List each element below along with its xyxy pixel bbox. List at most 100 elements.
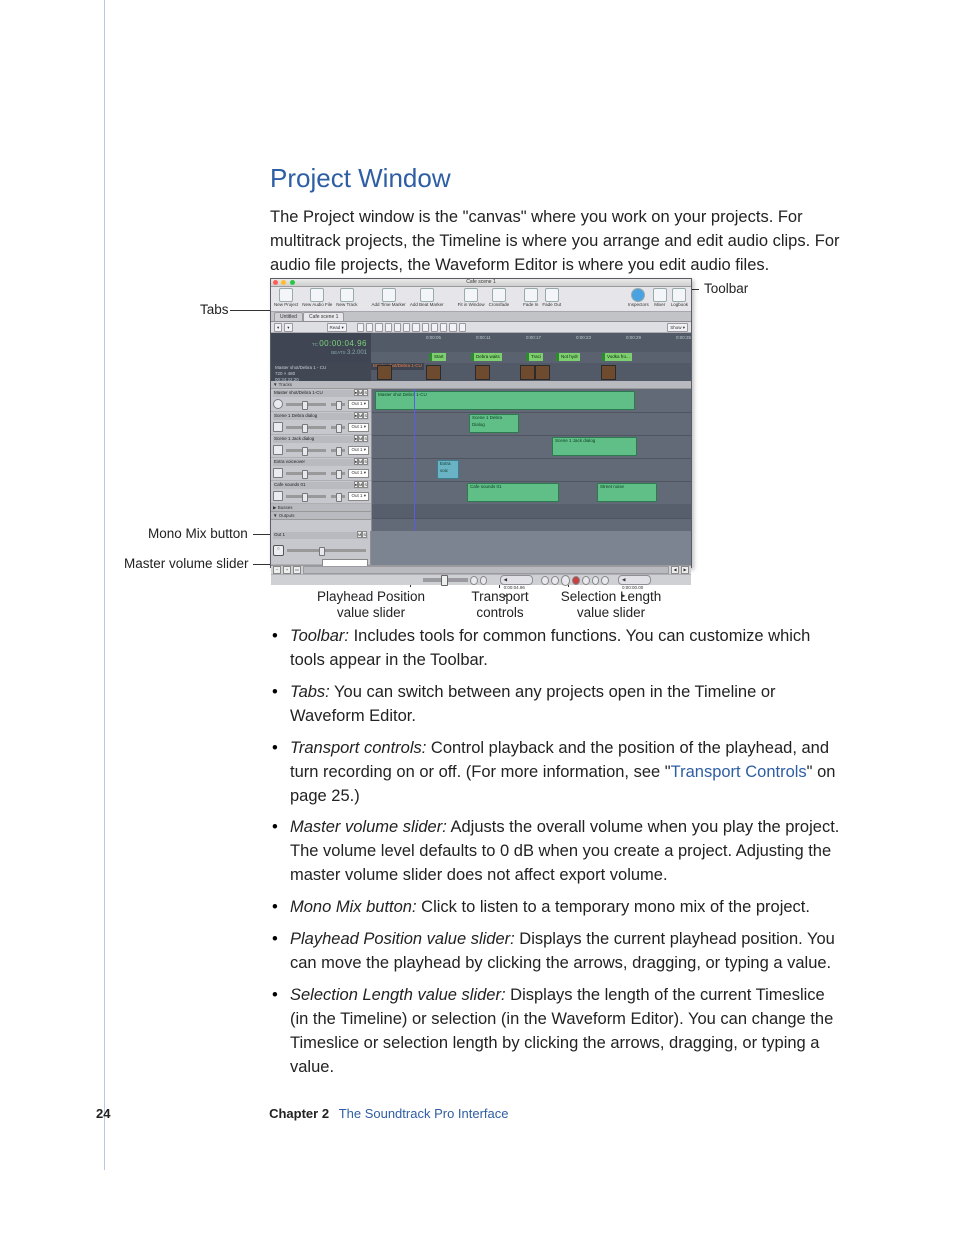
opt-button[interactable]: ▾ [274,323,282,332]
ruler-tick: 0:00:35 [676,335,691,342]
go-end-button[interactable] [592,576,600,585]
round-button[interactable] [470,576,478,585]
vol-slider[interactable] [286,426,326,429]
solo-button[interactable]: S [363,412,368,419]
pan-slider[interactable] [331,472,345,475]
vol-slider[interactable] [286,472,326,475]
opt-button[interactable] [431,323,438,332]
output-select[interactable]: Out 1 ▾ [348,492,369,501]
opt-button[interactable] [403,323,410,332]
track-icon [273,468,283,478]
timeline-lanes[interactable]: Master shot Debra 1-CU Scene 1 Debra Dia… [372,389,691,531]
solo-button[interactable]: S [363,435,368,442]
opt-button[interactable] [357,323,364,332]
vol-slider[interactable] [286,495,326,498]
pan-slider[interactable] [331,403,345,406]
playhead-position-slider[interactable]: ◀ 0:00:04.96 ▶ [500,575,533,585]
marker[interactable]: Traci [526,353,543,361]
scroll-right-button[interactable]: ▶ [681,566,689,574]
round-button[interactable] [480,576,488,585]
zoom-button[interactable]: ▭ [293,566,301,574]
solo-button[interactable]: S [362,531,367,538]
pan-slider[interactable] [331,495,345,498]
hscrollbar[interactable] [303,566,669,574]
tool-fit-in-window[interactable]: Fit in Window [458,288,485,309]
opt-button[interactable] [459,323,466,332]
rewind-button[interactable] [551,576,559,585]
audio-clip[interactable]: Street noise [597,483,657,502]
scroll-left-button[interactable]: ◀ [671,566,679,574]
playhead-line[interactable] [414,389,415,531]
tool-fade-in[interactable]: Fade In [523,288,538,309]
cross-ref-link[interactable]: Transport Controls [671,763,807,781]
callout-transport: Transport controls [465,589,535,621]
opt-button[interactable] [375,323,382,332]
opt-button[interactable] [449,323,456,332]
opt-button[interactable] [385,323,392,332]
go-start-button[interactable] [541,576,549,585]
marker[interactable]: Vodka fro... [602,353,632,361]
tool-add-beat-marker[interactable]: Add Beat Marker [410,288,444,309]
audio-clip[interactable]: Cafe sounds 01 [467,483,559,502]
list-item: Mono Mix button: Click to listen to a te… [290,896,845,920]
cycle-button[interactable] [601,576,609,585]
solo-button[interactable]: S [363,458,368,465]
audio-clip[interactable]: Scene 1 Debra Dialog [469,414,519,433]
fit-icon [464,288,478,302]
video-strip: Master shot/Debra 1 - CU 720 × 480 00:34… [271,363,691,381]
window-titlebar: Cafe scene 1 [271,279,691,287]
tool-mixer[interactable]: Mixer [653,288,667,309]
output-select[interactable]: Out 1 ▾ [348,446,369,455]
track-icon [273,399,283,409]
opt-button[interactable] [422,323,429,332]
tool-fade-out[interactable]: Fade Out [542,288,561,309]
marker[interactable]: Start [429,353,446,361]
marker[interactable]: Debra waits [471,353,502,361]
vol-slider[interactable] [287,549,366,552]
tool-logbook[interactable]: Logbook [671,288,688,309]
master-volume-slider[interactable] [423,578,468,582]
record-button[interactable] [572,576,580,585]
show-menu[interactable]: Show ▾ [667,323,688,332]
selection-length-slider[interactable]: ◀ 0:00:00.00 ▶ [618,575,651,585]
callout-playhead-position: Playhead Position value slider [316,589,426,621]
list-item: Transport controls: Control playback and… [290,737,845,809]
opt-button[interactable] [366,323,373,332]
output-select[interactable]: Out 1 ▾ [348,423,369,432]
solo-button[interactable]: S [363,389,368,396]
tab-untitled[interactable]: Untitled [274,312,303,321]
tool-inspectors[interactable]: Inspectors [628,288,649,309]
pan-slider[interactable] [331,449,345,452]
tab-cafe-scene[interactable]: Cafe scene 1 [303,312,344,321]
pan-slider[interactable] [331,426,345,429]
tool-new-track[interactable]: New Track [336,288,357,309]
automation-mode[interactable]: Read ▾ [327,323,347,332]
vol-slider[interactable] [286,403,326,406]
tool-add-time-marker[interactable]: Add Time Marker [372,288,406,309]
zoom-in-button[interactable]: + [283,566,291,574]
tool-label: Add Time Marker [372,302,406,309]
output-select[interactable]: Out 1 ▾ [348,400,369,409]
opt-button[interactable] [412,323,419,332]
close-icon [273,280,278,285]
opt-button[interactable] [440,323,447,332]
zoom-out-button[interactable]: − [273,566,281,574]
play-button[interactable] [561,575,570,586]
opt-button[interactable] [394,323,401,332]
callout-line2: controls [476,605,523,620]
outputs-header[interactable]: ▼ Outputs [271,512,371,520]
mono-mix-button[interactable]: ○ [273,545,284,556]
opt-button[interactable]: ▾ [284,323,292,332]
forward-button[interactable] [582,576,590,585]
output-select[interactable]: Out 1 ▾ [348,469,369,478]
marker[interactable]: Not hydr [556,353,580,361]
vol-slider[interactable] [286,449,326,452]
audio-clip[interactable]: Scene 1 Jack dialog [552,437,637,456]
audio-clip[interactable]: Extra voic [437,460,459,479]
tool-new-project[interactable]: New Project [274,288,298,309]
page-number: 24 [96,1106,110,1121]
solo-button[interactable]: S [363,481,368,488]
tool-new-audio-file[interactable]: New Audio File [302,288,332,309]
busses-header[interactable]: ▶ Busses [271,504,371,512]
tool-crossfade[interactable]: Crossfade [489,288,510,309]
